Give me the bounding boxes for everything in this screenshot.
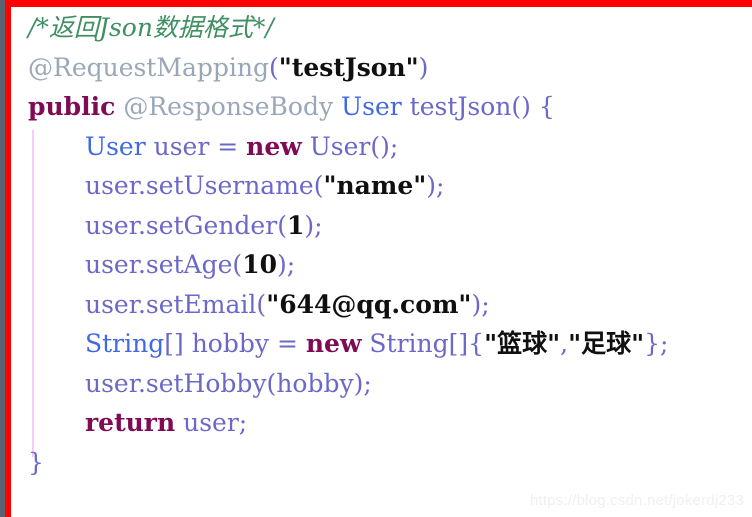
code-line: User user = new User(); — [85, 134, 398, 159]
code-line: public @ResponseBody User testJson() { — [28, 94, 555, 119]
code-token-punct: [] — [448, 329, 469, 358]
code-token-punct: } — [28, 447, 44, 477]
code-token-ident: user — [85, 368, 138, 398]
code-token-punct: ); — [471, 289, 490, 319]
code-token-ident: user — [85, 289, 138, 319]
code-token-punct: . — [137, 368, 146, 398]
code-token-punct: . — [137, 250, 146, 279]
code-token-punct: . — [137, 289, 146, 319]
code-token-method: setAge — [145, 250, 233, 279]
code-token-type: String — [85, 329, 165, 358]
code-line: /*返回Json数据格式*/ — [28, 15, 274, 40]
code-token-keyword: return — [85, 408, 176, 437]
code-token-method: setGender — [145, 210, 278, 240]
code-token-punct: ); — [304, 210, 323, 240]
code-block: /*返回Json数据格式*/@RequestMapping("testJson"… — [11, 7, 752, 517]
code-token-ident: user — [85, 250, 138, 279]
code-snippet-screenshot: /*返回Json数据格式*/@RequestMapping("testJson"… — [0, 0, 752, 517]
code-token-type: User — [85, 131, 146, 161]
code-token-keyword: public — [28, 92, 116, 121]
code-token-punct: ); — [276, 250, 296, 279]
code-token-punct: ( — [266, 368, 277, 398]
code-token-punct: ( — [256, 289, 267, 319]
code-line: user.setGender(1); — [85, 213, 323, 238]
watermark-text: https://blog.csdn.net/jokerdj233 — [529, 492, 744, 509]
code-token-cjk: "足球" — [568, 329, 645, 358]
code-token-ident: User — [309, 131, 371, 161]
code-token-ident: hobby — [276, 368, 354, 398]
code-token-operator: = — [217, 131, 239, 161]
code-token-number: 10 — [242, 250, 277, 279]
code-token-punct: [] — [164, 329, 184, 358]
code-token-number: 1 — [286, 210, 305, 240]
code-line: return user; — [85, 410, 247, 435]
code-token-type: User — [341, 92, 402, 121]
code-line: user.setEmail("644@qq.com"); — [85, 292, 490, 317]
code-line: user.setAge(10); — [85, 252, 295, 277]
code-token-punct: { — [538, 92, 555, 121]
code-token-keyword: new — [305, 329, 362, 358]
code-token-punct: . — [137, 171, 146, 200]
code-token-punct: ( — [269, 52, 279, 82]
code-token-ident: hobby — [191, 329, 269, 358]
code-token-string: "name" — [323, 171, 427, 200]
code-token-string: "644@qq.com" — [266, 289, 472, 319]
code-token-annotation: @ResponseBody — [123, 92, 334, 121]
code-token-ident: user — [85, 210, 138, 240]
code-line: } — [28, 450, 44, 475]
code-token-ident: user — [85, 171, 138, 200]
code-token-cjk: "篮球" — [484, 329, 561, 358]
code-token-punct: , — [560, 329, 569, 358]
code-token-operator: = — [276, 329, 298, 358]
code-token-ident: String — [369, 329, 449, 358]
code-token-punct: ( — [232, 250, 243, 279]
code-token-punct: { — [468, 329, 485, 358]
red-top-border — [5, 0, 752, 7]
code-token-comment: /*返回Json数据格式*/ — [28, 13, 274, 42]
code-token-punct: ) — [418, 52, 429, 82]
code-token-punct: ); — [353, 368, 372, 398]
code-token-punct: ( — [277, 210, 287, 240]
code-token-punct: (); — [370, 131, 399, 161]
code-token-string: "testJson" — [278, 52, 419, 82]
code-line: @RequestMapping("testJson") — [28, 55, 428, 80]
code-token-method: testJson — [409, 92, 512, 121]
code-token-punct: ); — [426, 171, 445, 200]
code-line: String[] hobby = new String[]{"篮球","足球"}… — [85, 331, 669, 356]
code-token-punct: () — [511, 92, 531, 121]
code-token-method: setHobby — [145, 368, 267, 398]
code-token-punct: . — [137, 210, 146, 240]
code-token-annotation: @RequestMapping — [28, 52, 270, 82]
code-token-method: setEmail — [145, 289, 257, 319]
code-token-ident: user — [153, 131, 210, 161]
code-token-punct: }; — [644, 329, 669, 358]
code-token-ident: user — [183, 408, 239, 437]
code-line: user.setHobby(hobby); — [85, 371, 372, 396]
code-token-punct: ; — [238, 408, 248, 437]
code-line: user.setUsername("name"); — [85, 173, 444, 198]
code-token-method: setUsername — [145, 171, 314, 200]
code-token-keyword: new — [246, 131, 302, 161]
